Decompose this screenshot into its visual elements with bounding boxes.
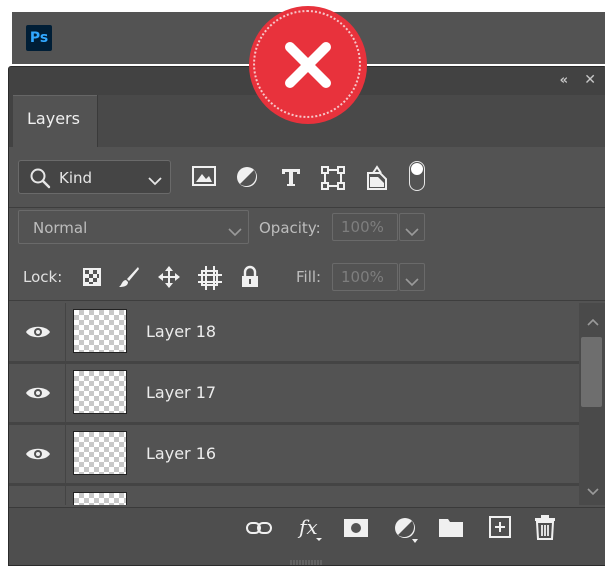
shape-filter-icon[interactable] (320, 165, 345, 190)
layer-name: Layer 18 (146, 322, 217, 341)
resize-grip[interactable] (289, 552, 323, 565)
visibility-toggle[interactable] (9, 425, 64, 483)
image-filter-icon[interactable] (192, 165, 216, 187)
fill-label: Fill: (296, 268, 322, 286)
panel-footer: fx (9, 507, 605, 565)
fill-dropdown-button[interactable] (399, 263, 425, 291)
tab-layers[interactable]: Layers (13, 95, 97, 147)
collapse-panel-button[interactable]: « (560, 73, 568, 88)
divider (9, 207, 605, 208)
lock-transparent-pixels-icon[interactable] (80, 265, 104, 289)
layers-panel: « ✕ Layers Kind Normal Opacity: 100% Loc… (8, 66, 605, 566)
fx-icon[interactable]: fx (297, 514, 325, 541)
chevron-down-icon[interactable] (587, 481, 599, 500)
layer-mask-icon[interactable] (343, 518, 371, 544)
chevron-up-icon[interactable] (587, 311, 599, 330)
layer-thumbnail (73, 431, 127, 475)
eye-icon (25, 384, 51, 406)
chevron-down-icon (148, 171, 162, 190)
lock-artboard-icon[interactable] (197, 265, 222, 290)
scrollbar-thumb[interactable] (581, 337, 602, 407)
new-layer-icon[interactable] (488, 515, 516, 541)
eye-icon (25, 323, 51, 345)
layer-row[interactable]: Layer 18 (9, 303, 579, 361)
filter-toggle[interactable] (409, 161, 425, 191)
layers-list: Layer 18 Layer 17 Layer 16 (9, 303, 579, 505)
layer-thumbnail (73, 492, 127, 505)
opacity-label: Opacity: (259, 219, 321, 237)
layer-row[interactable]: Layer 17 (9, 364, 579, 422)
layer-thumbnail (73, 309, 127, 353)
row-separator (65, 303, 66, 361)
row-separator (65, 364, 66, 422)
lock-label: Lock: (23, 268, 63, 286)
divider (9, 300, 605, 301)
filter-kind-label: Kind (59, 169, 93, 187)
layer-thumbnail (73, 370, 127, 414)
type-filter-icon[interactable] (279, 165, 301, 187)
blend-mode-select[interactable]: Normal (18, 210, 249, 244)
opacity-input[interactable]: 100% (332, 213, 398, 241)
chevron-down-icon (405, 272, 419, 291)
row-separator (65, 486, 66, 505)
lock-all-icon[interactable] (239, 265, 263, 289)
layers-scrollbar[interactable] (579, 303, 605, 505)
filter-toggle-knob (411, 163, 423, 175)
photoshop-logo: Ps (26, 25, 52, 51)
lock-image-pixels-icon[interactable] (117, 265, 141, 289)
adjustment-filter-icon[interactable] (235, 165, 257, 187)
chevron-down-icon (405, 222, 419, 241)
blend-mode-label: Normal (33, 219, 88, 237)
visibility-toggle[interactable] (9, 303, 64, 361)
eye-icon (25, 445, 51, 467)
opacity-dropdown-button[interactable] (399, 213, 425, 241)
chevron-down-icon (228, 222, 242, 241)
search-icon (29, 167, 51, 193)
layer-name: Layer 16 (146, 444, 217, 463)
layer-name: Layer 17 (146, 383, 217, 402)
close-panel-button[interactable]: ✕ (584, 72, 596, 88)
filter-row: Kind (9, 147, 605, 207)
fill-value: 100% (341, 268, 384, 286)
delete-layer-icon[interactable] (533, 514, 561, 540)
filter-kind-select[interactable]: Kind (18, 160, 171, 194)
close-icon (285, 42, 331, 88)
lock-position-icon[interactable] (157, 265, 181, 289)
fx-text: fx (297, 515, 318, 539)
smart-object-filter-icon[interactable] (365, 165, 387, 190)
fill-input[interactable]: 100% (332, 263, 398, 291)
opacity-value: 100% (341, 218, 384, 236)
new-adjustment-icon[interactable] (393, 516, 421, 543)
error-badge (249, 6, 367, 124)
layer-row[interactable]: Layer 16 (9, 425, 579, 483)
new-group-icon[interactable] (438, 516, 466, 542)
tab-layers-label: Layers (27, 109, 80, 128)
row-separator (65, 425, 66, 483)
link-layers-icon[interactable] (245, 520, 273, 546)
layer-row[interactable] (9, 486, 579, 505)
visibility-toggle[interactable] (9, 364, 64, 422)
